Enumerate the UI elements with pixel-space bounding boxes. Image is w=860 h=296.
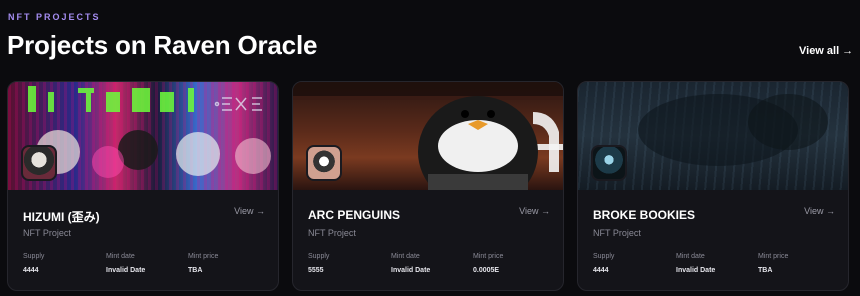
project-view-link[interactable]: View → [804, 206, 835, 216]
project-card-arc-penguins[interactable]: ARC PENGUINS NFT Project View → Supply 5… [292, 81, 564, 291]
project-avatar [21, 145, 57, 181]
project-card-hizumi[interactable]: HIZUMI (歪み) NFT Project View → Supply 44… [7, 81, 279, 291]
project-avatar [306, 145, 342, 181]
mint-price-value: 0.0005E [473, 267, 500, 274]
mint-price-label: Mint price [188, 253, 219, 260]
mint-price-value: TBA [188, 267, 203, 274]
mint-date-value: Invalid Date [391, 267, 431, 274]
mint-date-label: Mint date [106, 253, 135, 260]
supply-value: 4444 [23, 267, 39, 274]
project-type: NFT Project [308, 228, 356, 238]
project-view-link[interactable]: View → [234, 206, 265, 216]
section-eyebrow: NFT PROJECTS [8, 12, 101, 22]
mint-price-label: Mint price [473, 253, 504, 260]
arrow-right-icon: → [842, 45, 854, 57]
view-all-link[interactable]: View all → [799, 45, 853, 57]
supply-label: Supply [23, 253, 45, 260]
mint-date-label: Mint date [391, 253, 420, 260]
project-name: ARC PENGUINS [308, 208, 401, 222]
project-name: HIZUMI (歪み) [23, 210, 100, 224]
project-type: NFT Project [23, 228, 71, 238]
project-avatar [591, 145, 627, 181]
supply-value: 4444 [593, 267, 609, 274]
supply-label: Supply [308, 253, 330, 260]
supply-value: 5555 [308, 267, 324, 274]
mint-price-value: TBA [758, 267, 773, 274]
supply-label: Supply [593, 253, 615, 260]
view-all-label: View all [799, 45, 840, 57]
mint-date-value: Invalid Date [676, 267, 716, 274]
page-title: Projects on Raven Oracle [7, 30, 318, 60]
mint-price-label: Mint price [758, 253, 789, 260]
project-card-broke-bookies[interactable]: BROKE BOOKIES NFT Project View → Supply … [577, 81, 849, 291]
project-view-link[interactable]: View → [519, 206, 550, 216]
project-type: NFT Project [593, 228, 641, 238]
mint-date-value: Invalid Date [106, 267, 146, 274]
mint-date-label: Mint date [676, 253, 705, 260]
project-name: BROKE BOOKIES [593, 208, 696, 222]
